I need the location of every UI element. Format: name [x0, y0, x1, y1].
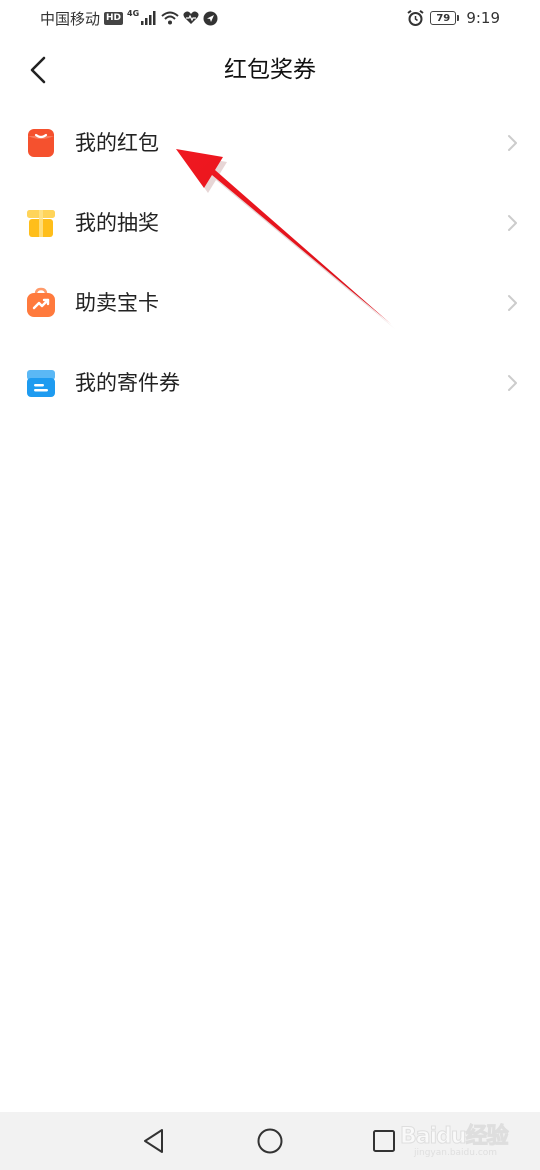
nav-home-button[interactable] [253, 1124, 287, 1158]
menu-item-sales-card[interactable]: 助卖宝卡 [0, 263, 540, 343]
status-bar: 中国移动 HD 4G 79 9:19 [0, 0, 540, 38]
system-nav-bar: Baidu经验 jingyan.baidu.com [0, 1112, 540, 1170]
watermark-logo: Baidu经验 jingyan.baidu.com [400, 1112, 510, 1162]
hd-badge: HD [104, 11, 124, 25]
wifi-icon [161, 11, 179, 25]
battery-icon: 79 [430, 11, 460, 25]
clock-time: 9:19 [466, 9, 500, 27]
chevron-right-icon [508, 295, 517, 311]
menu-item-label: 我的抽奖 [75, 211, 159, 235]
status-left: 中国移动 HD 4G [40, 8, 218, 28]
menu-list: 我的红包 我的抽奖 助卖宝卡 我的寄件券 [0, 103, 540, 423]
nav-back-button[interactable] [137, 1124, 171, 1158]
menu-item-label: 我的寄件券 [75, 371, 180, 395]
gift-box-icon [27, 210, 55, 237]
watermark-text: Baidu经验 [400, 1124, 510, 1150]
header: 红包奖券 [0, 38, 540, 102]
network-type: 4G [127, 8, 140, 18]
square-recent-icon [373, 1130, 395, 1152]
alarm-icon [407, 10, 424, 26]
menu-item-lottery[interactable]: 我的抽奖 [0, 183, 540, 263]
chevron-right-icon [508, 215, 517, 231]
heart-rate-icon [183, 11, 199, 24]
circle-home-icon [257, 1128, 283, 1154]
page-title: 红包奖券 [224, 57, 316, 83]
carrier-name: 中国移动 [40, 9, 101, 28]
chevron-right-icon [508, 135, 517, 151]
battery-level: 79 [436, 12, 451, 24]
parcel-box-icon [27, 370, 55, 397]
status-right: 79 9:19 [407, 8, 500, 28]
menu-item-red-envelope[interactable]: 我的红包 [0, 103, 540, 183]
menu-item-label: 我的红包 [75, 131, 159, 155]
menu-item-label: 助卖宝卡 [75, 291, 159, 315]
watermark-url: jingyan.baidu.com [414, 1148, 498, 1158]
signal-icon [141, 11, 156, 25]
chevron-right-icon [508, 375, 517, 391]
nav-recent-button[interactable] [367, 1124, 401, 1158]
menu-item-shipping-coupon[interactable]: 我的寄件券 [0, 343, 540, 423]
location-compass-icon [203, 11, 218, 25]
red-envelope-icon [28, 129, 54, 157]
trend-up-bag-icon [27, 287, 55, 317]
triangle-back-icon [144, 1129, 163, 1153]
